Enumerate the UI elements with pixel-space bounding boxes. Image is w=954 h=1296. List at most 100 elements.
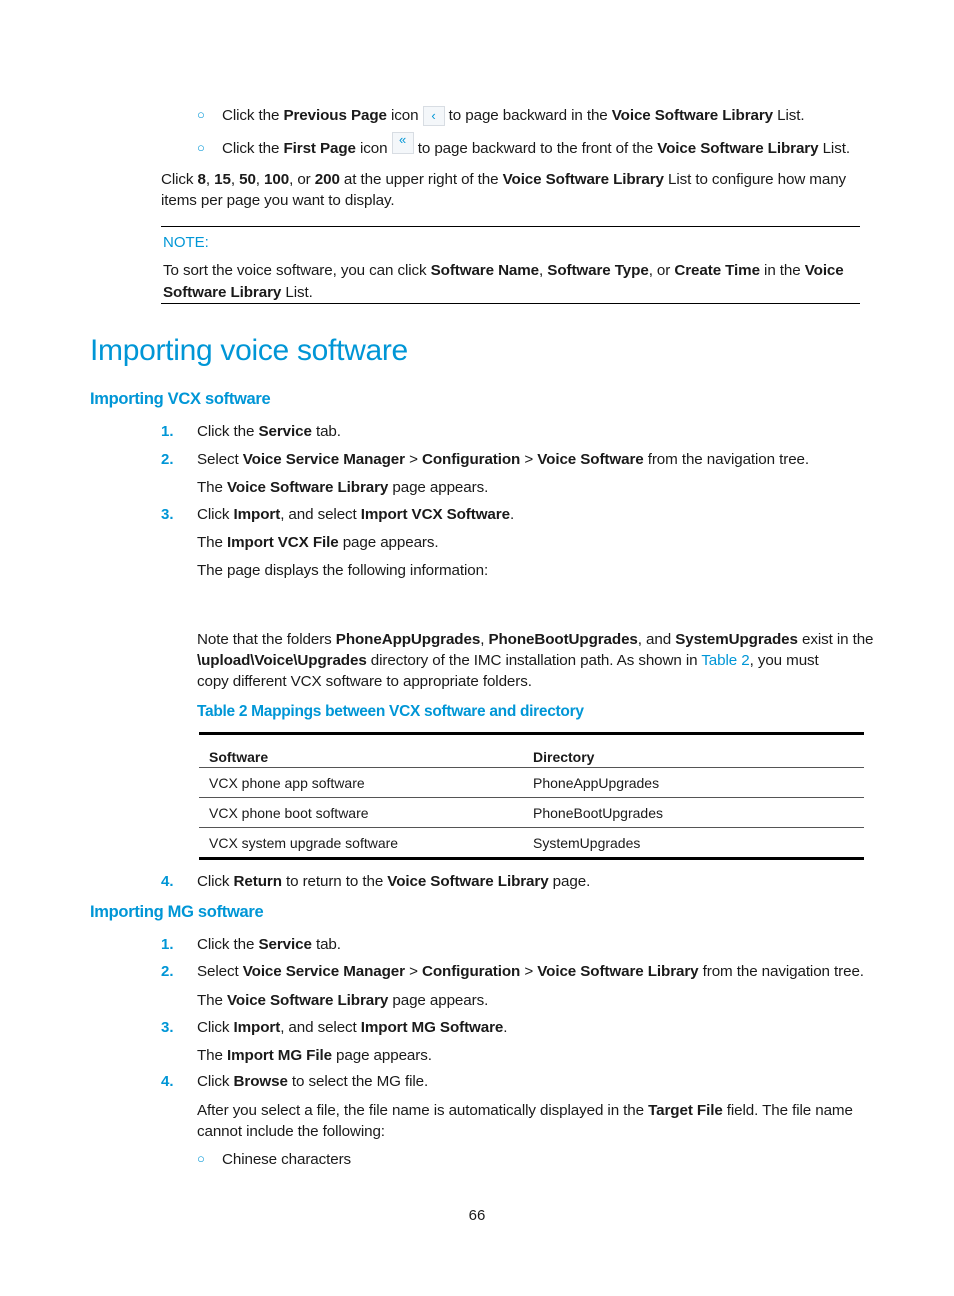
bold-text: Browse bbox=[233, 1073, 288, 1090]
bold-text: Voice Software Library bbox=[502, 171, 664, 188]
text: > bbox=[404, 963, 422, 980]
folders-note-cont-2: copy different VCX software to appropria… bbox=[197, 673, 532, 690]
bold-text: 8 bbox=[197, 171, 206, 188]
text: field. The file name bbox=[722, 1102, 853, 1119]
bullet-marker: ○ bbox=[197, 140, 205, 155]
subsection-heading-mg: Importing MG software bbox=[90, 903, 264, 921]
mg-after-select-cont: cannot include the following: bbox=[197, 1123, 385, 1140]
text: , bbox=[230, 171, 240, 188]
text: > bbox=[520, 963, 538, 980]
text: > bbox=[404, 451, 422, 468]
text: page. bbox=[548, 873, 591, 890]
vcx-step-4: Click Return to return to the Voice Soft… bbox=[197, 871, 590, 892]
bold-text: Voice Software Library bbox=[387, 873, 549, 890]
text: After you select a file, the file name i… bbox=[197, 1102, 649, 1119]
text: The bbox=[197, 1047, 227, 1064]
items-per-page-paragraph-cont: items per page you want to display. bbox=[161, 192, 395, 209]
bold-text: First Page bbox=[283, 140, 356, 157]
text: The bbox=[197, 992, 227, 1009]
bold-text: Voice Software Library bbox=[227, 479, 389, 496]
bold-text: Voice Software bbox=[537, 451, 644, 468]
first-page-icon: « bbox=[391, 132, 414, 154]
bold-text: Voice Service Manager bbox=[242, 963, 405, 980]
text: Click the bbox=[197, 423, 259, 440]
text: List to configure how many bbox=[663, 171, 847, 188]
text: exist in the bbox=[797, 631, 874, 648]
text: from the navigation tree. bbox=[643, 451, 810, 468]
mg-step-3-result: The Import MG File page appears. bbox=[197, 1045, 432, 1066]
bold-text: Previous Page bbox=[283, 107, 387, 124]
text: page appears. bbox=[388, 479, 489, 496]
bold-text: Service bbox=[258, 936, 312, 953]
bold-text: Voice Service Manager bbox=[242, 451, 405, 468]
text: page appears. bbox=[388, 992, 489, 1009]
table-header-row: Software Directory bbox=[199, 733, 864, 768]
text: Note that the folders bbox=[197, 631, 336, 648]
vcx-step-2: Select Voice Service Manager > Configura… bbox=[197, 449, 809, 470]
table-caption: Table 2 Mappings between VCX software an… bbox=[197, 703, 584, 720]
text: , or bbox=[648, 262, 675, 279]
mg-after-select: After you select a file, the file name i… bbox=[197, 1100, 853, 1121]
bold-text: 15 bbox=[214, 171, 231, 188]
text: page appears. bbox=[331, 1047, 432, 1064]
mg-step-1: Click the Service tab. bbox=[197, 934, 341, 955]
text: . bbox=[503, 1019, 508, 1036]
bold-text: Software Library bbox=[163, 284, 282, 301]
bold-text: Software Name bbox=[430, 262, 540, 279]
text: Select bbox=[197, 963, 243, 980]
text: tab. bbox=[311, 936, 341, 953]
text: Click bbox=[197, 873, 234, 890]
note-bottom-rule bbox=[161, 303, 860, 304]
table-row: VCX phone app software PhoneAppUpgrades bbox=[199, 767, 864, 798]
text: List. bbox=[818, 140, 850, 157]
note-text-cont: Software Library List. bbox=[163, 282, 313, 303]
step-number: 4. bbox=[161, 1073, 174, 1090]
text: , and select bbox=[280, 506, 361, 523]
previous-page-icon: ‹ bbox=[422, 105, 445, 126]
bold-text: Import bbox=[233, 506, 281, 523]
bullet-first-page: Click the First Page icon « to page back… bbox=[222, 132, 850, 159]
step-number: 1. bbox=[161, 423, 174, 440]
text: to return to the bbox=[281, 873, 388, 890]
table-cell: PhoneBootUpgrades bbox=[523, 797, 864, 828]
text: Click bbox=[161, 171, 198, 188]
mg-step-3: Click Import, and select Import MG Softw… bbox=[197, 1017, 508, 1038]
text: List. bbox=[281, 284, 313, 301]
text: > bbox=[520, 451, 538, 468]
text: Click the bbox=[222, 140, 284, 157]
bullet-marker: ○ bbox=[197, 1151, 205, 1166]
step-number: 3. bbox=[161, 1019, 174, 1036]
text: , bbox=[255, 171, 265, 188]
bold-text: Voice bbox=[804, 262, 844, 279]
column-header-directory: Directory bbox=[533, 749, 595, 765]
table-cell: VCX phone boot software bbox=[199, 797, 523, 828]
bold-text: Import bbox=[233, 1019, 281, 1036]
mg-sub-bullet: Chinese characters bbox=[222, 1151, 352, 1168]
table-cell: PhoneAppUpgrades bbox=[523, 767, 864, 798]
table-2-link[interactable]: Table 2 bbox=[701, 652, 749, 669]
note-label: NOTE: bbox=[163, 234, 209, 251]
bold-text: Return bbox=[233, 873, 282, 890]
bold-text: 50 bbox=[239, 171, 256, 188]
table-cell: SystemUpgrades bbox=[523, 827, 864, 859]
text: , and bbox=[637, 631, 676, 648]
bold-text: Service bbox=[258, 423, 312, 440]
step-number: 3. bbox=[161, 506, 174, 523]
text: The bbox=[197, 479, 227, 496]
text: in the bbox=[759, 262, 805, 279]
bold-text: PhoneBootUpgrades bbox=[488, 631, 638, 648]
text: at the upper right of the bbox=[339, 171, 503, 188]
text: To sort the voice software, you can clic… bbox=[163, 262, 431, 279]
text: The bbox=[197, 534, 227, 551]
mg-step-4: Click Browse to select the MG file. bbox=[197, 1071, 428, 1092]
text: , bbox=[205, 171, 215, 188]
table-cell: VCX system upgrade software bbox=[199, 827, 523, 859]
text: Select bbox=[197, 451, 243, 468]
text: directory of the IMC installation path. … bbox=[366, 652, 702, 669]
bold-text: Import VCX Software bbox=[360, 506, 510, 523]
vcx-step-3-result: The Import VCX File page appears. bbox=[197, 532, 439, 553]
column-header-software: Software bbox=[209, 749, 269, 765]
text: , and select bbox=[280, 1019, 361, 1036]
folders-note: Note that the folders PhoneAppUpgrades , … bbox=[197, 629, 874, 650]
bold-text: SystemUpgrades bbox=[675, 631, 798, 648]
